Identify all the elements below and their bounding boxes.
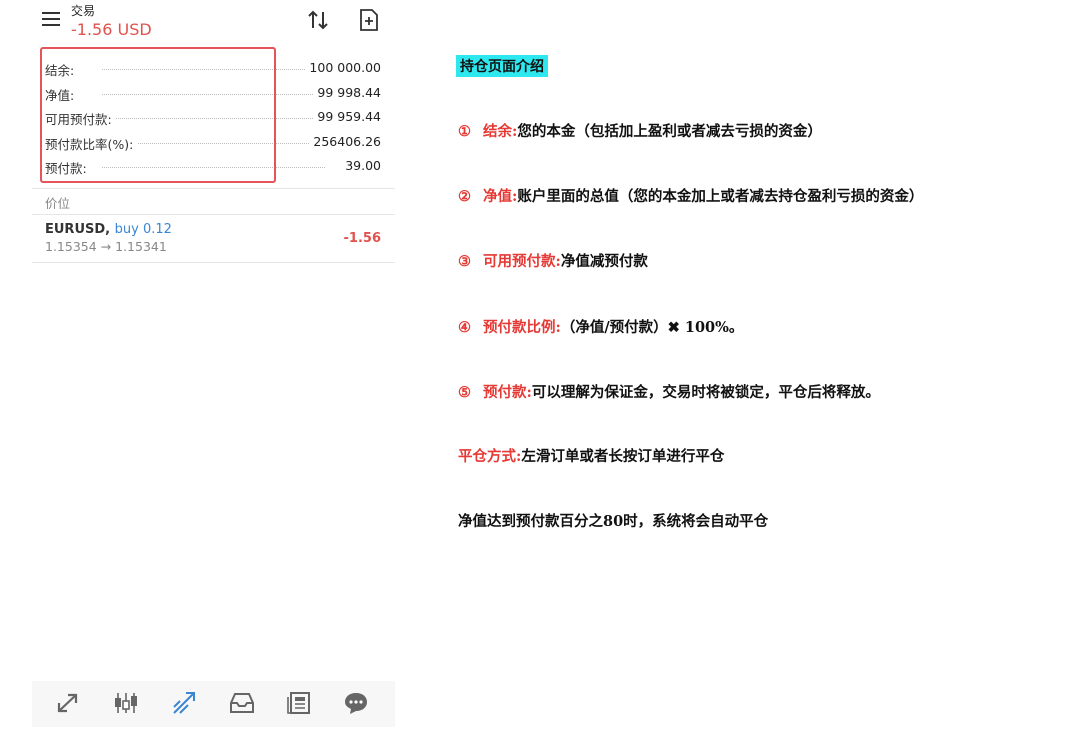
annotation-item: ③ 可用预付款:净值减预付款 [458,250,648,271]
divider [32,188,395,189]
item-key: 可用预付款: [483,253,561,270]
item-text: 可以理解为保证金，交易时将被锁定，平仓后将释放。 [531,384,880,401]
annotation-item: ④ 预付款比例:（净值/预付款）✖ 100%。 [458,316,743,337]
trade-screen: 交易 -1.56 USD 结余: 100 000.00 净值: 99 998.4… [32,0,395,731]
close-method-key: 平仓方式: [458,448,522,465]
summary-value: 256406.26 [309,133,381,149]
close-method-text: 左滑订单或者长按订单进行平仓 [521,448,725,465]
summary-value: 39.00 [341,158,381,173]
item-number: ⑤ [458,384,471,401]
item-number: ② [458,188,471,205]
item-number: ③ [458,253,471,270]
menu-icon[interactable] [42,12,60,30]
summary-value: 99 959.44 [313,109,381,124]
total-profit: -1.56 USD [71,20,152,39]
symbol-name: EURUSD, [45,222,111,237]
page-title: 交易 [71,4,96,18]
close-method-note: 平仓方式:左滑订单或者长按订单进行平仓 [458,445,724,466]
trade-icon[interactable] [170,689,198,717]
summary-value: 99 998.44 [313,84,381,100]
item-text: 您的本金（包括加上盈利或者减去亏损的资金） [517,123,822,140]
quotes-icon[interactable] [54,689,82,717]
item-text: （净值/预付款）✖ 100%。 [560,319,744,336]
annotation-item: ① 结余:您的本金（包括加上盈利或者减去亏损的资金） [458,120,822,141]
divider [32,214,395,215]
annotation-title: 持仓页面介绍 [456,55,548,77]
chat-icon[interactable] [342,689,370,717]
position-symbol: EURUSD, buy 0.12 [45,222,172,237]
bottom-navigation [32,681,395,727]
item-number: ④ [458,319,471,336]
item-text: 净值减预付款 [560,253,648,270]
item-text: 账户里面的总值（您的本金加上或者减去持仓盈利亏损的资金） [517,188,924,205]
item-number: ① [458,123,471,140]
item-key: 净值: [483,188,518,205]
annotation-item: ⑤ 预付款:可以理解为保证金，交易时将被锁定，平仓后将释放。 [458,381,880,402]
position-prices: 1.15354 → 1.15341 [45,239,167,254]
summary-highlight-box [40,47,276,183]
sort-icon[interactable] [304,6,332,34]
annotation-item: ② 净值:账户里面的总值（您的本金加上或者减去持仓盈利亏损的资金） [458,185,923,206]
item-key: 预付款: [483,384,532,401]
item-key: 结余: [483,123,518,140]
summary-value: 100 000.00 [305,60,381,75]
history-icon[interactable] [228,689,256,717]
position-profit: -1.56 [343,231,381,246]
chart-icon[interactable] [112,689,140,717]
positions-header: 价位 [45,196,71,211]
divider [32,262,395,263]
auto-close-note: 净值达到预付款百分之80时，系统将会自动平仓 [458,513,769,530]
new-order-icon[interactable] [358,8,380,32]
news-icon[interactable] [286,689,314,717]
position-direction: buy 0.12 [114,222,172,237]
item-key: 预付款比例: [483,319,561,336]
